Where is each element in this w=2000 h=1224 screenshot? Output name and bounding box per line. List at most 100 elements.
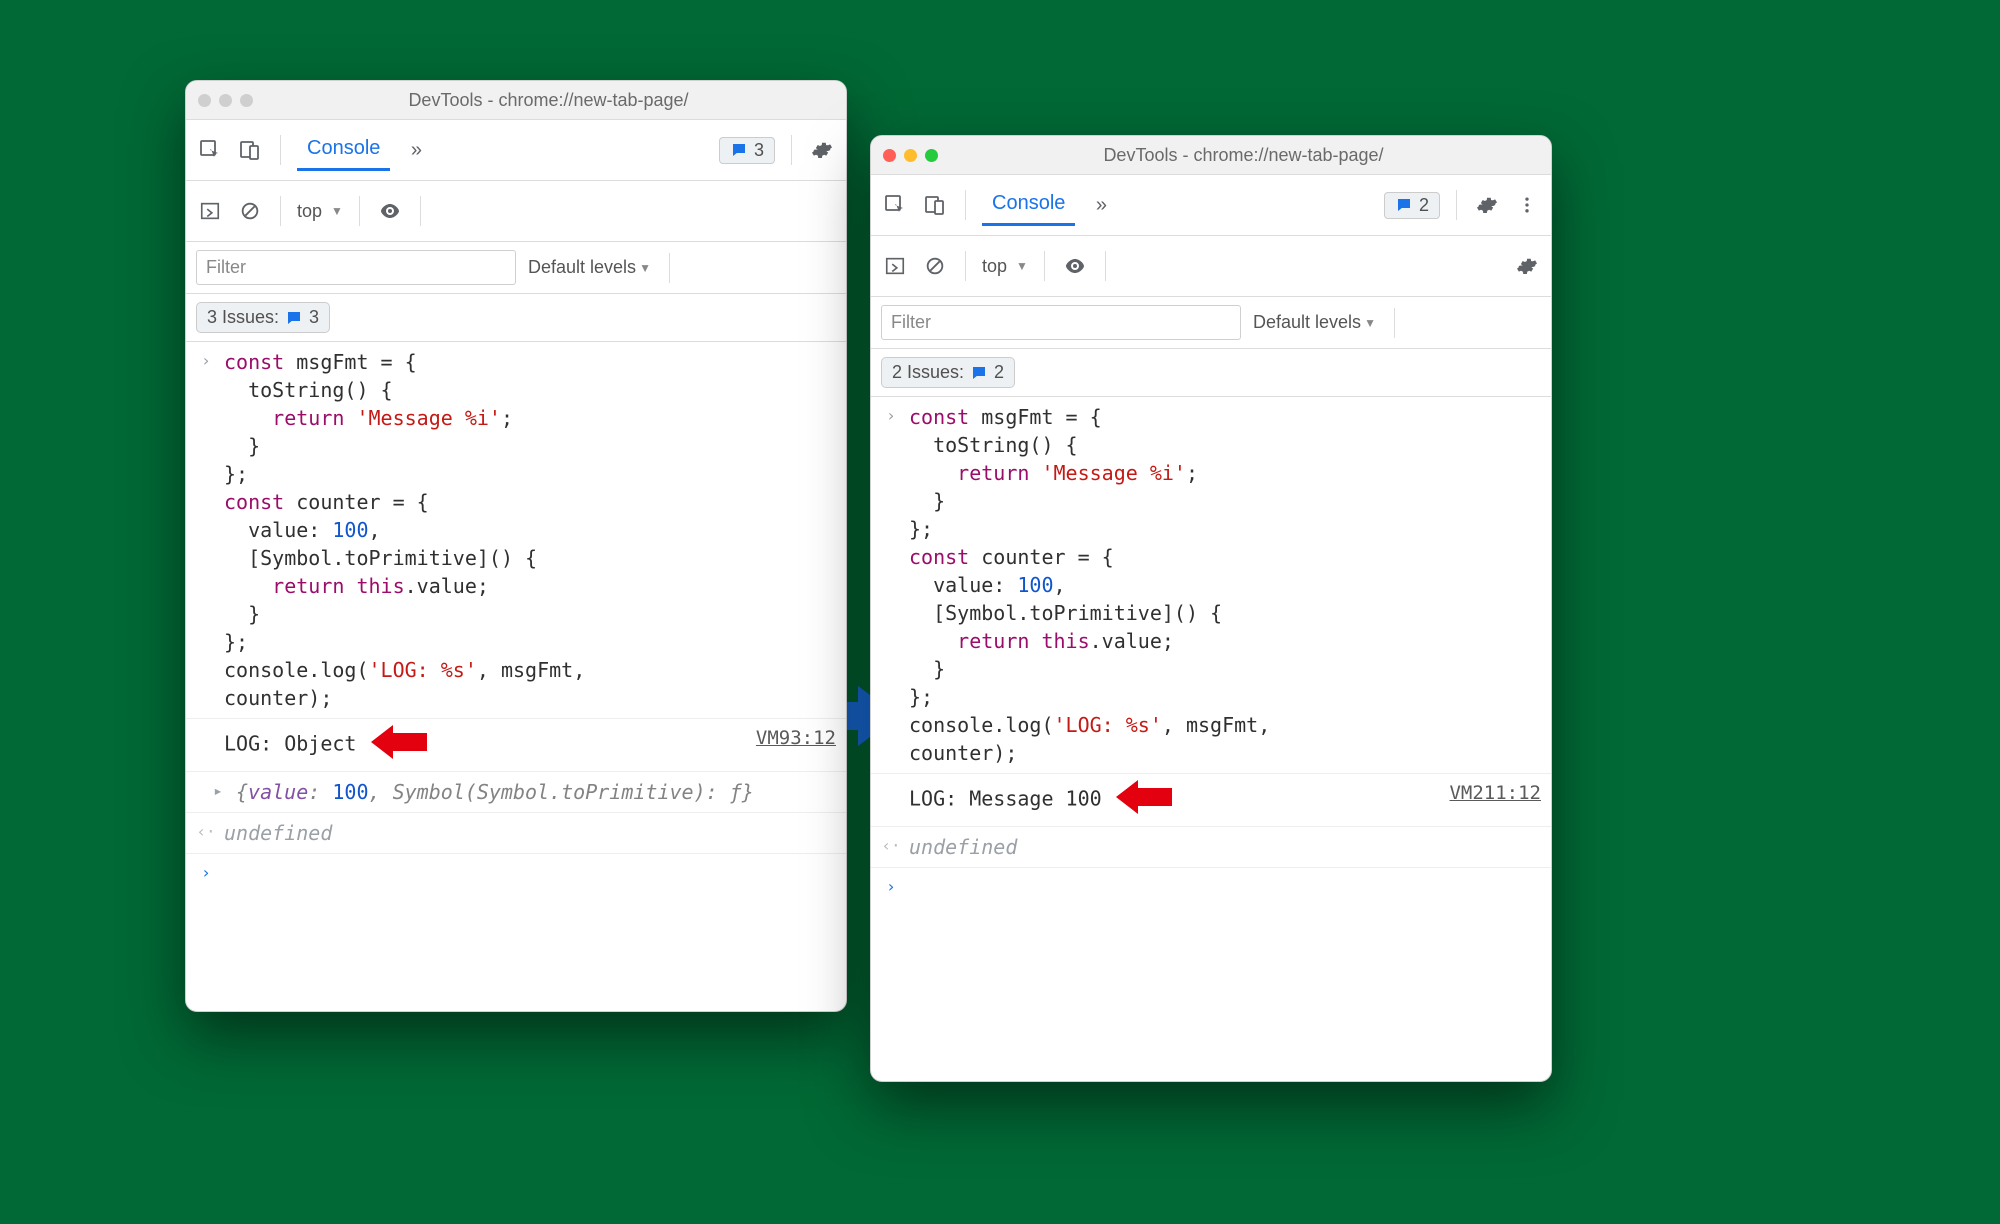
window-title: DevTools - chrome://new-tab-page/ [263,90,834,111]
window-title: DevTools - chrome://new-tab-page/ [948,145,1539,166]
minimize-dot-icon[interactable] [904,149,917,162]
titlebar: DevTools - chrome://new-tab-page/ [186,81,846,120]
issues-label: 2 Issues: [892,362,964,383]
settings-icon[interactable] [1473,191,1501,219]
clear-console-icon[interactable] [921,252,949,280]
separator [791,135,792,165]
source-link[interactable]: VM93:12 [756,725,836,752]
more-tabs-icon[interactable]: » [1087,191,1115,219]
console-input-row: › const msgFmt = { toString() { return '… [186,342,846,719]
console-output-row: LOG: Message 100 VM211:12 [871,774,1551,827]
log-output[interactable]: LOG: Message 100 [909,780,1441,820]
main-toolbar: Console » 2 [871,175,1551,236]
chevron-down-icon: ▼ [331,204,343,218]
separator [1456,190,1457,220]
separator [965,190,966,220]
devtools-window-before: DevTools - chrome://new-tab-page/ Consol… [185,80,847,1012]
more-tabs-icon[interactable]: » [402,136,430,164]
log-levels-selector[interactable]: Default levels ▼ [1253,312,1376,333]
separator [965,251,966,281]
separator [420,196,421,226]
console-output-row: LOG: Object VM93:12 [186,719,846,772]
live-expression-icon[interactable] [1061,252,1089,280]
device-toolbar-icon[interactable] [921,191,949,219]
console-log-area: › const msgFmt = { toString() { return '… [186,342,846,890]
clear-console-icon[interactable] [236,197,264,225]
traffic-lights[interactable] [198,94,253,107]
source-link[interactable]: VM211:12 [1449,780,1541,807]
toggle-drawer-icon[interactable] [196,197,224,225]
kebab-menu-icon[interactable] [1513,191,1541,219]
separator [1394,308,1395,338]
context-selector[interactable]: top ▼ [297,201,343,222]
chat-bubble-icon [1395,196,1413,214]
highlight-arrow-icon [371,725,427,759]
filter-row: Filter Default levels ▼ [186,242,846,294]
log-text: LOG: Message 100 [909,787,1102,811]
console-context-bar: top ▼ [871,236,1551,297]
separator [280,196,281,226]
chat-bubble-icon [730,141,748,159]
device-toolbar-icon[interactable] [236,136,264,164]
minimize-dot-icon[interactable] [219,94,232,107]
live-expression-icon[interactable] [376,197,404,225]
toggle-drawer-icon[interactable] [881,252,909,280]
close-dot-icon[interactable] [883,149,896,162]
return-arrow-icon: ‹· [196,819,216,843]
console-return-row: ‹· undefined [186,813,846,854]
titlebar: DevTools - chrome://new-tab-page/ [871,136,1551,175]
chevron-down-icon: ▼ [1364,316,1376,330]
chat-bubble-icon [970,364,988,382]
close-dot-icon[interactable] [198,94,211,107]
devtools-window-after: DevTools - chrome://new-tab-page/ Consol… [870,135,1552,1082]
filter-input[interactable]: Filter [196,250,516,285]
settings-icon[interactable] [1513,252,1541,280]
separator [669,253,670,283]
issues-row: 3 Issues: 3 [186,294,846,342]
main-toolbar: Console » 3 [186,120,846,181]
issues-label: 3 Issues: [207,307,279,328]
context-label: top [297,201,322,222]
levels-label: Default levels [1253,312,1361,333]
console-return-row: ‹· undefined [871,827,1551,868]
console-prompt-row[interactable]: › [871,868,1551,904]
undefined-text: undefined [224,819,836,847]
tab-console[interactable]: Console [297,129,390,171]
issues-badge-count: 2 [1419,195,1429,216]
chevron-down-icon: ▼ [639,261,651,275]
zoom-dot-icon[interactable] [925,149,938,162]
issues-pill[interactable]: 2 Issues: 2 [881,357,1015,388]
zoom-dot-icon[interactable] [240,94,253,107]
inspect-element-icon[interactable] [196,136,224,164]
log-output[interactable]: LOG: Object [224,725,748,765]
log-levels-selector[interactable]: Default levels ▼ [528,257,651,278]
separator [280,135,281,165]
console-object-expand-row[interactable]: ▸ {value: 100, Symbol(Symbol.toPrimitive… [186,772,846,813]
tab-console[interactable]: Console [982,184,1075,226]
issues-badge-count: 3 [754,140,764,161]
issues-count: 3 [309,307,319,328]
issues-badge[interactable]: 3 [719,137,775,164]
console-prompt-row[interactable]: › [186,854,846,890]
context-selector[interactable]: top ▼ [982,256,1028,277]
chat-bubble-icon [285,309,303,327]
code-block[interactable]: const msgFmt = { toString() { return 'Me… [224,348,836,712]
code-block[interactable]: const msgFmt = { toString() { return 'Me… [909,403,1541,767]
separator [1105,251,1106,281]
separator [1044,251,1045,281]
undefined-text: undefined [909,833,1541,861]
console-input-row: › const msgFmt = { toString() { return '… [871,397,1551,774]
issues-row: 2 Issues: 2 [871,349,1551,397]
prompt-chevron-icon: › [881,874,901,898]
traffic-lights[interactable] [883,149,938,162]
settings-icon[interactable] [808,136,836,164]
inspect-element-icon[interactable] [881,191,909,219]
issues-badge[interactable]: 2 [1384,192,1440,219]
console-context-bar: top ▼ [186,181,846,242]
issues-pill[interactable]: 3 Issues: 3 [196,302,330,333]
filter-input[interactable]: Filter [881,305,1241,340]
levels-label: Default levels [528,257,636,278]
issues-count: 2 [994,362,1004,383]
chevron-down-icon: ▼ [1016,259,1028,273]
expand-triangle-icon[interactable]: ▸ [196,778,228,802]
